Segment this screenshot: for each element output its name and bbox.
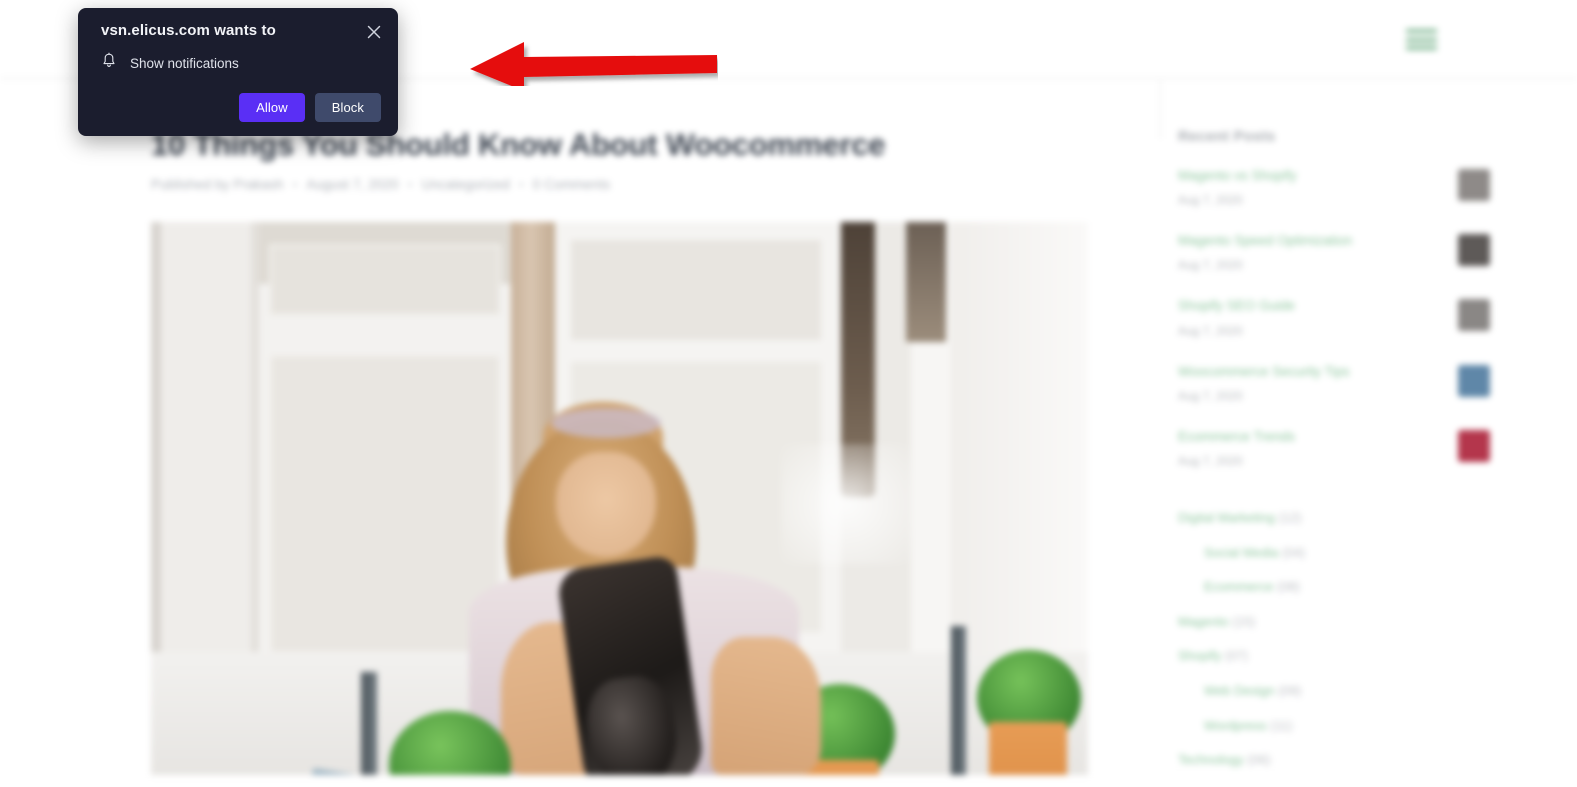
notification-permission-dialog: vsn.elicus.com wants to Show notificatio…	[78, 8, 398, 136]
category-item[interactable]: Social Media (04)	[1178, 545, 1508, 561]
recent-post-thumbnail[interactable]	[1458, 364, 1490, 397]
category-label[interactable]: Digital Marketing	[1178, 510, 1275, 525]
permission-label: Show notifications	[130, 55, 239, 71]
list-item[interactable]: Ecommerce Trends Aug 7, 2020	[1178, 428, 1508, 468]
recent-post-title[interactable]: Magento vs Shopify	[1178, 167, 1373, 185]
category-item[interactable]: Shopify (07)	[1178, 648, 1508, 664]
category-item[interactable]: Ecommerce (08)	[1178, 579, 1508, 595]
category-count: (11)	[1270, 717, 1293, 733]
recent-post-title[interactable]: Ecommerce Trends	[1178, 428, 1373, 446]
recent-post-date: Aug 7, 2020	[1178, 388, 1243, 403]
bell-icon	[101, 52, 117, 74]
category-count: (12)	[1278, 510, 1302, 526]
category-label[interactable]: Web Design	[1204, 683, 1275, 698]
recent-post-date: Aug 7, 2020	[1178, 323, 1243, 338]
category-label[interactable]: Magento	[1178, 614, 1229, 629]
dialog-title: vsn.elicus.com wants to	[101, 22, 276, 39]
category-count: (04)	[1282, 544, 1306, 560]
meta-category[interactable]: Uncategorized	[421, 177, 509, 192]
meta-author: Published by Prakash	[151, 176, 284, 192]
category-count: (15)	[1232, 613, 1256, 629]
block-button[interactable]: Block	[314, 93, 381, 122]
category-item[interactable]: Web Design (09)	[1178, 683, 1508, 699]
category-label[interactable]: Ecommerce	[1204, 579, 1273, 594]
recent-post-thumbnail[interactable]	[1458, 169, 1490, 201]
recent-posts-heading: Recent Posts	[1178, 128, 1276, 145]
permission-row: Show notifications	[101, 52, 239, 74]
category-label[interactable]: Wordpress	[1204, 718, 1267, 733]
category-item[interactable]: Technology (06)	[1178, 752, 1508, 768]
recent-post-date: Aug 7, 2020	[1178, 454, 1243, 469]
recent-post-thumbnail[interactable]	[1458, 299, 1490, 332]
category-item[interactable]: Wordpress (11)	[1178, 718, 1508, 734]
list-item[interactable]: Magento vs Shopify Aug 7, 2020	[1178, 167, 1508, 207]
meta-comments[interactable]: 0 Comments	[533, 177, 611, 192]
meta-separator: •	[407, 176, 413, 192]
category-item[interactable]: Magento (15)	[1178, 614, 1508, 630]
list-item[interactable]: Shopify SEO Guide Aug 7, 2020	[1178, 297, 1508, 338]
dialog-actions: Allow Block	[239, 93, 381, 122]
recent-post-title[interactable]: Woocommerce Security Tips	[1178, 363, 1373, 381]
meta-date: August 7, 2020	[306, 176, 399, 192]
category-label[interactable]: Technology	[1178, 752, 1244, 767]
meta-separator: •	[518, 176, 524, 192]
close-icon[interactable]	[364, 22, 384, 42]
category-item[interactable]: Digital Marketing (12)	[1178, 510, 1508, 526]
recent-post-date: Aug 7, 2020	[1178, 258, 1243, 273]
recent-post-title[interactable]: Magento Speed Optimization	[1178, 232, 1373, 250]
categories-list: Digital Marketing (12) Social Media (04) E…	[1178, 510, 1508, 768]
recent-post-date: Aug 7, 2020	[1178, 193, 1243, 208]
recent-post-title[interactable]: Shopify SEO Guide	[1178, 297, 1373, 315]
recent-post-thumbnail[interactable]	[1458, 429, 1490, 462]
sidebar: Recent Posts Magento vs Shopify Aug 7, 20…	[1178, 128, 1508, 787]
article-hero-image	[151, 222, 1088, 775]
category-label[interactable]: Social Media	[1204, 545, 1278, 560]
recent-post-thumbnail[interactable]	[1458, 234, 1490, 267]
list-item[interactable]: Magento Speed Optimization Aug 7, 2020	[1178, 232, 1508, 272]
category-count: (09)	[1278, 683, 1302, 699]
sidebar-divider	[1160, 79, 1161, 139]
category-label[interactable]: Shopify	[1178, 648, 1221, 663]
allow-button[interactable]: Allow	[239, 93, 305, 122]
recent-posts-list: Magento vs Shopify Aug 7, 2020 Magento Spe…	[1178, 167, 1508, 468]
article-meta: Published by Prakash • August 7, 2020 • …	[151, 177, 1091, 192]
list-item[interactable]: Woocommerce Security Tips Aug 7, 2020	[1178, 363, 1508, 403]
category-count: (08)	[1276, 579, 1301, 595]
meta-separator: •	[292, 176, 298, 192]
hamburger-menu-icon[interactable]	[1406, 29, 1437, 50]
category-count: (06)	[1247, 752, 1271, 768]
category-count: (07)	[1225, 648, 1249, 664]
